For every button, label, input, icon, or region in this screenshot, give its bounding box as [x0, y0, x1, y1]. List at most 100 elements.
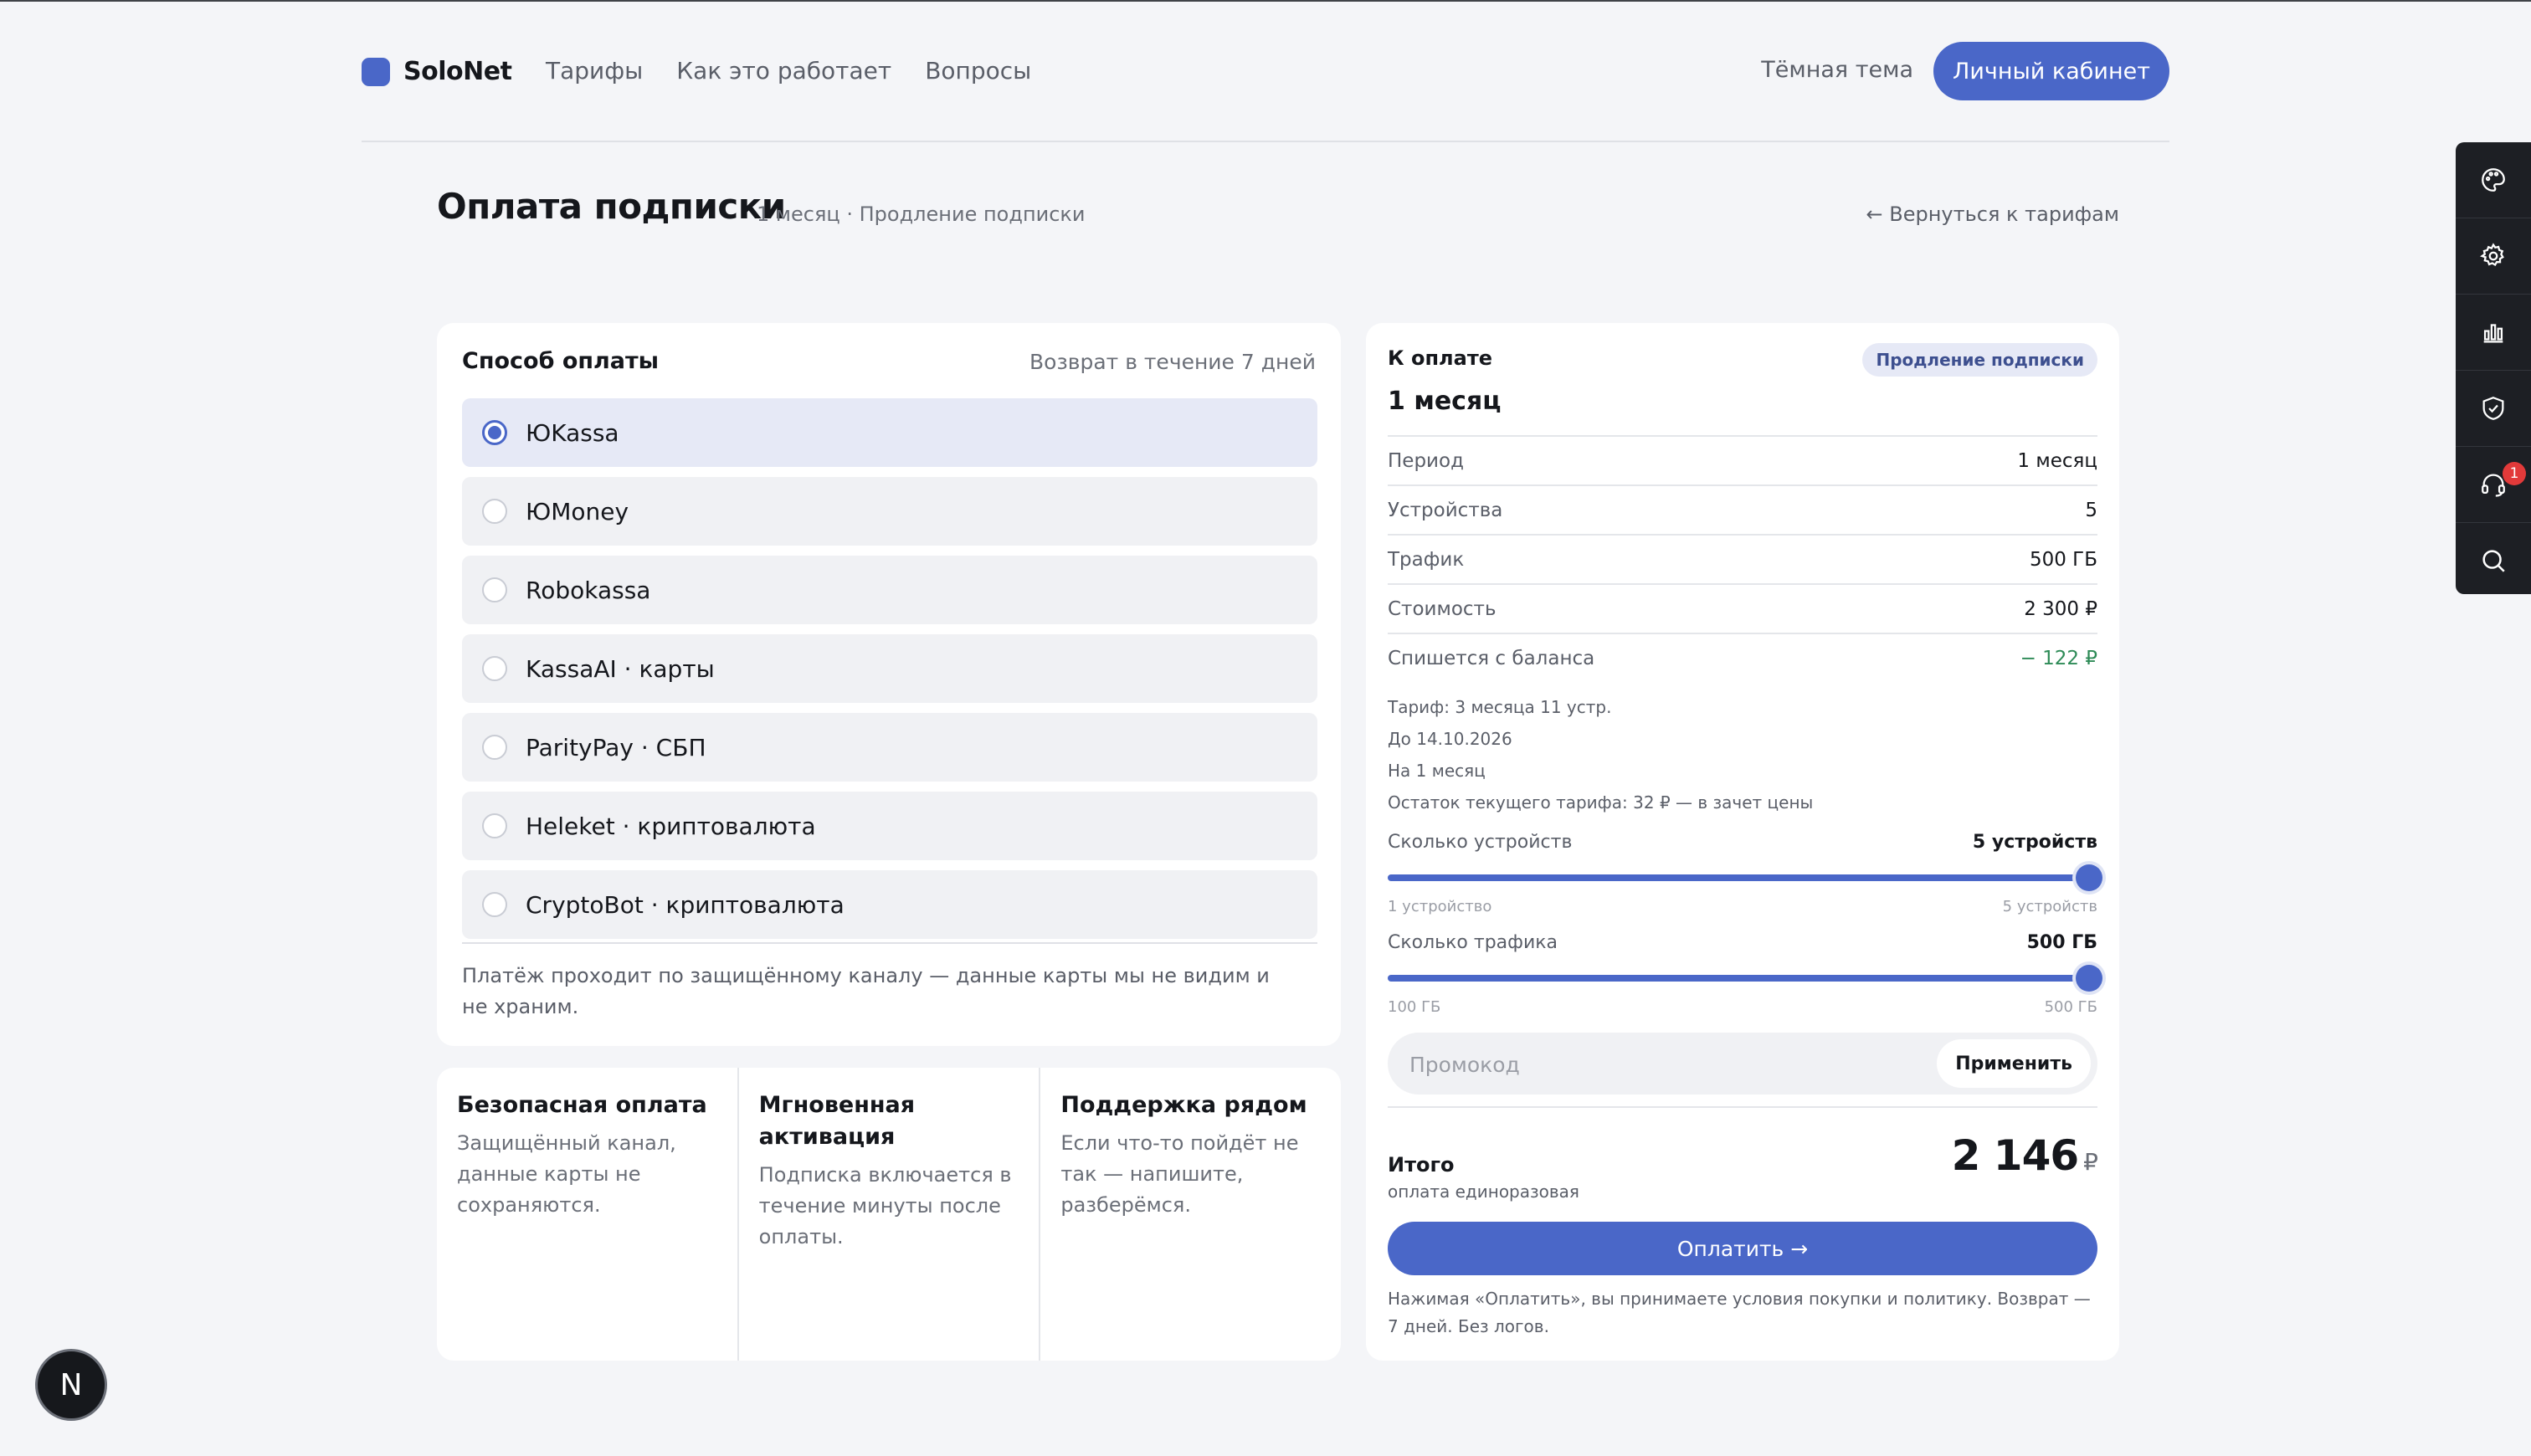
slider-value: 500 ГБ — [2026, 932, 2097, 953]
feature-title: Поддержка рядом — [1060, 1092, 1307, 1118]
radio-button[interactable] — [482, 656, 507, 681]
header-divider — [362, 141, 2169, 142]
payment-option-paritypay[interactable]: ParityPay · СБП — [462, 713, 1317, 782]
summary-row-devices: Устройства 5 — [1388, 486, 2097, 536]
slider-header: Сколько устройств 5 устройств — [1388, 832, 2097, 853]
payment-option-label: CryptoBot · криптовалюта — [526, 890, 845, 919]
radio-button[interactable] — [482, 892, 507, 917]
chart-icon — [2483, 324, 2503, 343]
payment-option-label: ParityPay · СБП — [526, 733, 706, 761]
logo[interactable]: SoloNet — [362, 57, 512, 86]
slider-limits: 1 устройство 5 устройств — [1388, 898, 2097, 915]
divider — [462, 942, 1317, 944]
total-value: 2 146 — [1951, 1131, 2080, 1180]
slider-track[interactable] — [1388, 864, 2102, 891]
payment-option-robokassa[interactable]: Robokassa — [462, 556, 1317, 624]
refund-note: Возврат в течение 7 дней — [1029, 350, 1316, 374]
row-value: 2 300 ₽ — [2024, 597, 2097, 620]
row-value: − 122 ₽ — [2020, 647, 2097, 669]
detail-line: Тариф: 3 месяца 11 устр. — [1388, 697, 1612, 717]
side-toolbar: 1 — [2456, 142, 2531, 594]
slider-thumb[interactable] — [2076, 864, 2102, 891]
radio-dot — [488, 426, 501, 439]
order-summary-card: К оплате Продление подписки 1 месяц Пери… — [1366, 323, 2119, 1361]
row-key: Период — [1388, 449, 1464, 472]
payment-option-cryptobot[interactable]: CryptoBot · криптовалюта — [462, 870, 1317, 939]
total-amount: 2 146 ₽ — [1951, 1131, 2098, 1180]
summary-label: К оплате — [1388, 346, 1493, 370]
cabinet-button[interactable]: Личный кабинет — [1933, 42, 2169, 100]
payment-option-yoomoney[interactable]: ЮMoney — [462, 477, 1317, 546]
detail-line: На 1 месяц — [1388, 761, 1486, 781]
payment-method-card: Способ оплаты Возврат в течение 7 дней Ю… — [437, 323, 1341, 1046]
slider-max-label: 5 устройств — [2002, 898, 2097, 915]
divider — [1388, 1106, 2097, 1108]
security-button[interactable] — [2456, 371, 2531, 447]
slider-min-label: 1 устройство — [1388, 898, 1492, 915]
slider-label: Сколько устройств — [1388, 832, 1573, 853]
slider-value: 5 устройств — [1972, 832, 2097, 853]
slider-min-label: 100 ГБ — [1388, 998, 1441, 1016]
radio-button[interactable] — [482, 499, 507, 524]
next-dev-indicator[interactable]: N — [35, 1349, 107, 1421]
back-to-tariffs-link[interactable]: ← Вернуться к тарифам — [1866, 203, 2119, 226]
slider-label: Сколько трафика — [1388, 932, 1558, 953]
top-border — [0, 0, 2531, 2]
payment-option-label: Heleket · криптовалюта — [526, 812, 816, 840]
payment-option-label: Robokassa — [526, 576, 651, 604]
palette-button[interactable] — [2456, 142, 2531, 218]
analytics-button[interactable] — [2456, 295, 2531, 371]
logo-icon — [362, 57, 390, 86]
nav-link-faq[interactable]: Вопросы — [925, 57, 1031, 85]
nav-link-how-it-works[interactable]: Как это работает — [676, 57, 891, 85]
row-key: Трафик — [1388, 548, 1465, 571]
radio-button-selected[interactable] — [482, 420, 507, 445]
logo-text: SoloNet — [403, 57, 512, 86]
nav-link-tariffs[interactable]: Тарифы — [546, 57, 643, 85]
notification-badge: 1 — [2503, 462, 2526, 485]
search-button[interactable] — [2456, 523, 2531, 598]
radio-button[interactable] — [482, 735, 507, 760]
main-nav: Тарифы Как это работает Вопросы — [546, 57, 1031, 85]
summary-row-balance: Спишется с баланса − 122 ₽ — [1388, 634, 2097, 682]
slider-thumb[interactable] — [2076, 965, 2102, 992]
devices-slider: Сколько устройств 5 устройств 1 устройст… — [1388, 832, 2102, 915]
pay-button[interactable]: Оплатить → — [1388, 1222, 2097, 1275]
slider-limits: 100 ГБ 500 ГБ — [1388, 998, 2097, 1016]
row-key: Стоимость — [1388, 597, 1497, 620]
payment-option-kassaai[interactable]: KassaAI · карты — [462, 634, 1317, 703]
renewal-badge: Продление подписки — [1862, 343, 2097, 377]
page-subtitle: 1 месяц · Продление подписки — [757, 203, 1086, 226]
dark-theme-toggle[interactable]: Тёмная тема — [1761, 57, 1913, 83]
palette-icon — [2482, 168, 2505, 192]
row-key: Устройства — [1388, 499, 1503, 521]
features-card: Безопасная оплата Защищённый канал, данн… — [437, 1068, 1341, 1361]
settings-button[interactable] — [2456, 218, 2531, 295]
promo-input[interactable] — [1408, 1033, 1947, 1096]
payment-option-yookassa[interactable]: ЮKassa — [462, 398, 1317, 467]
support-button[interactable]: 1 — [2456, 447, 2531, 523]
payment-option-label: KassaAI · карты — [526, 654, 715, 683]
page-title: Оплата подписки — [437, 186, 786, 227]
row-value: 500 ГБ — [2029, 548, 2097, 571]
payment-option-label: ЮMoney — [526, 497, 629, 525]
feature-text: Подписка включается в течение минуты пос… — [758, 1163, 1012, 1248]
payment-option-heleket[interactable]: Heleket · криптовалюта — [462, 792, 1317, 860]
radio-button[interactable] — [482, 813, 507, 838]
slider-track[interactable] — [1388, 965, 2102, 992]
settings-icon — [2480, 243, 2504, 267]
summary-row-period: Период 1 месяц — [1388, 437, 2097, 486]
site-header: SoloNet Тарифы Как это работает Вопросы … — [362, 40, 2169, 100]
radio-button[interactable] — [482, 577, 507, 602]
summary-row-cost: Стоимость 2 300 ₽ — [1388, 585, 2097, 634]
apply-promo-button[interactable]: Применить — [1937, 1039, 2091, 1088]
feature-instant-activation: Мгновенная активация Подписка включается… — [739, 1068, 1041, 1361]
slider-header: Сколько трафика 500 ГБ — [1388, 932, 2097, 953]
row-value: 5 — [2085, 499, 2097, 521]
row-key: Спишется с баланса — [1388, 647, 1595, 669]
slider-max-label: 500 ГБ — [2044, 998, 2097, 1016]
total-label: Итого — [1388, 1153, 1455, 1177]
detail-line: До 14.10.2026 — [1388, 729, 1512, 749]
feature-secure-payment: Безопасная оплата Защищённый канал, данн… — [437, 1068, 739, 1361]
row-value: 1 месяц — [2017, 449, 2097, 472]
